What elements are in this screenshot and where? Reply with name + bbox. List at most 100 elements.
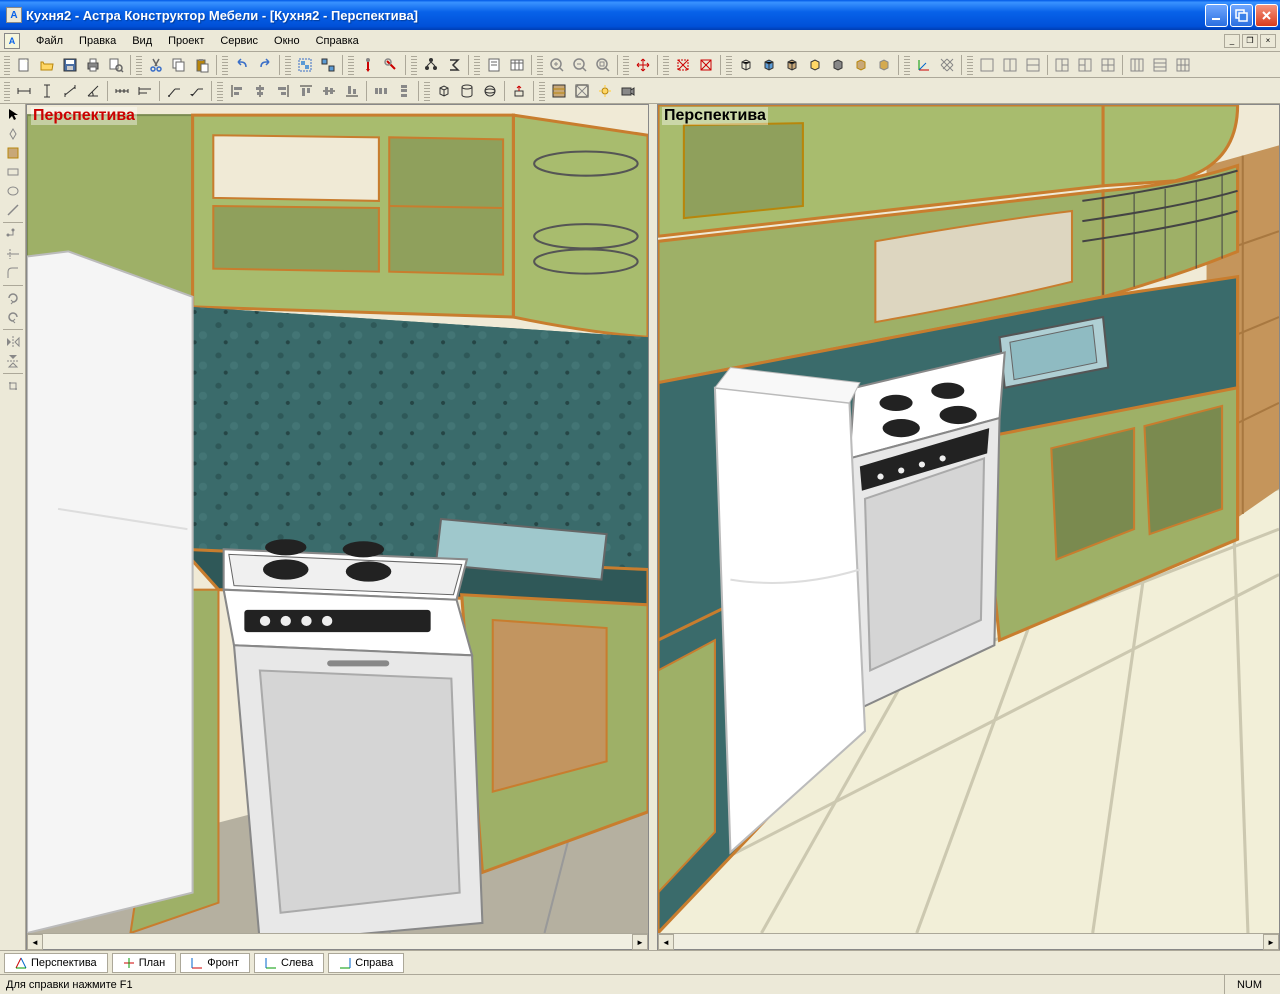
viewport-1[interactable]: Перспектива	[26, 104, 649, 950]
menu-window[interactable]: Окно	[266, 33, 308, 49]
nav-tool[interactable]	[2, 125, 24, 143]
layout-3a-button[interactable]	[1051, 54, 1073, 76]
menu-edit[interactable]: Правка	[71, 33, 124, 49]
align-middle-button[interactable]	[318, 80, 340, 102]
mirror-v-tool[interactable]	[2, 352, 24, 370]
layout-2v-button[interactable]	[1022, 54, 1044, 76]
align-bottom-button[interactable]	[341, 80, 363, 102]
leader2-button[interactable]	[186, 80, 208, 102]
menu-help[interactable]: Справка	[308, 33, 367, 49]
pointer-tool[interactable]	[2, 106, 24, 124]
shade-shaded-button[interactable]	[804, 54, 826, 76]
shade-render-button[interactable]	[850, 54, 872, 76]
layout-6-button[interactable]	[1172, 54, 1194, 76]
undo-button[interactable]	[231, 54, 253, 76]
shade-textured-button[interactable]	[781, 54, 803, 76]
menu-file[interactable]: Файл	[28, 33, 71, 49]
panel-tool[interactable]	[2, 144, 24, 162]
menu-service[interactable]: Сервис	[212, 33, 266, 49]
maximize-button[interactable]	[1230, 4, 1253, 27]
layout-5a-button[interactable]	[1126, 54, 1148, 76]
hierarchy-button[interactable]	[420, 54, 442, 76]
menu-project[interactable]: Проект	[160, 33, 212, 49]
toolbar-grip[interactable]	[222, 54, 228, 76]
shade-button[interactable]	[827, 54, 849, 76]
snap-tool[interactable]	[2, 377, 24, 395]
fillet-tool[interactable]	[2, 264, 24, 282]
align-center-button[interactable]	[249, 80, 271, 102]
copy-button[interactable]	[168, 54, 190, 76]
tab-left[interactable]: Слева	[254, 953, 324, 973]
scroll-right-button[interactable]: ►	[632, 934, 648, 950]
align-right-button[interactable]	[272, 80, 294, 102]
close-button[interactable]	[1255, 4, 1278, 27]
toolbar-grip[interactable]	[136, 54, 142, 76]
paste-button[interactable]	[191, 54, 213, 76]
save-button[interactable]	[59, 54, 81, 76]
material-button[interactable]	[548, 80, 570, 102]
texture-button[interactable]	[571, 80, 593, 102]
dim-h-button[interactable]	[13, 80, 35, 102]
viewport-1-hscroll[interactable]: ◄ ►	[27, 933, 648, 949]
layout-4-button[interactable]	[1097, 54, 1119, 76]
cut-button[interactable]	[145, 54, 167, 76]
mirror-h-tool[interactable]	[2, 333, 24, 351]
scroll-right-button[interactable]: ►	[1263, 934, 1279, 950]
group-button[interactable]	[294, 54, 316, 76]
screw-button[interactable]	[357, 54, 379, 76]
print-preview-button[interactable]	[105, 54, 127, 76]
box-button[interactable]	[433, 80, 455, 102]
viewport-2[interactable]: Перспектива	[657, 104, 1280, 950]
table-button[interactable]	[506, 54, 528, 76]
open-button[interactable]	[36, 54, 58, 76]
toolbar-grip[interactable]	[623, 54, 629, 76]
toolbar-grip[interactable]	[411, 54, 417, 76]
toolbar-grip[interactable]	[539, 80, 545, 102]
dim-v-button[interactable]	[36, 80, 58, 102]
circle-tool[interactable]	[2, 182, 24, 200]
toolbar-grip[interactable]	[474, 54, 480, 76]
dim-align-button[interactable]	[59, 80, 81, 102]
app-menu-icon[interactable]: A	[4, 33, 20, 49]
toolbar-grip[interactable]	[424, 80, 430, 102]
toolbar-grip[interactable]	[285, 54, 291, 76]
mdi-minimize-button[interactable]: _	[1224, 34, 1240, 48]
shade-solid-button[interactable]	[758, 54, 780, 76]
toolbar-grip[interactable]	[537, 54, 543, 76]
toolbar-grip[interactable]	[217, 80, 223, 102]
dim-chain-button[interactable]	[111, 80, 133, 102]
layout-5b-button[interactable]	[1149, 54, 1171, 76]
shade-wireframe-button[interactable]	[735, 54, 757, 76]
new-button[interactable]	[13, 54, 35, 76]
align-left-button[interactable]	[226, 80, 248, 102]
toolbar-grip[interactable]	[4, 54, 10, 76]
distribute-v-button[interactable]	[393, 80, 415, 102]
rect-tool[interactable]	[2, 163, 24, 181]
shade-final-button[interactable]	[873, 54, 895, 76]
menu-view[interactable]: Вид	[124, 33, 160, 49]
light-button[interactable]	[594, 80, 616, 102]
toolbar-grip[interactable]	[663, 54, 669, 76]
select-button[interactable]	[672, 54, 694, 76]
toolbar-grip[interactable]	[967, 54, 973, 76]
mdi-close-button[interactable]: ×	[1260, 34, 1276, 48]
minimize-button[interactable]	[1205, 4, 1228, 27]
tool-button[interactable]	[380, 54, 402, 76]
axis-button[interactable]	[913, 54, 935, 76]
redo-button[interactable]	[254, 54, 276, 76]
rotate-ccw-tool[interactable]	[2, 308, 24, 326]
layout-3b-button[interactable]	[1074, 54, 1096, 76]
layout-2h-button[interactable]	[999, 54, 1021, 76]
extrude-button[interactable]	[508, 80, 530, 102]
line-tool[interactable]	[2, 201, 24, 219]
tab-plan[interactable]: План	[112, 953, 177, 973]
tab-perspective[interactable]: Перспектива	[4, 953, 108, 973]
camera-button[interactable]	[617, 80, 639, 102]
report-button[interactable]	[483, 54, 505, 76]
deselect-button[interactable]	[695, 54, 717, 76]
zoom-in-button[interactable]	[546, 54, 568, 76]
toolbar-grip[interactable]	[726, 54, 732, 76]
sum-button[interactable]	[443, 54, 465, 76]
sphere-button[interactable]	[479, 80, 501, 102]
leader-button[interactable]	[163, 80, 185, 102]
